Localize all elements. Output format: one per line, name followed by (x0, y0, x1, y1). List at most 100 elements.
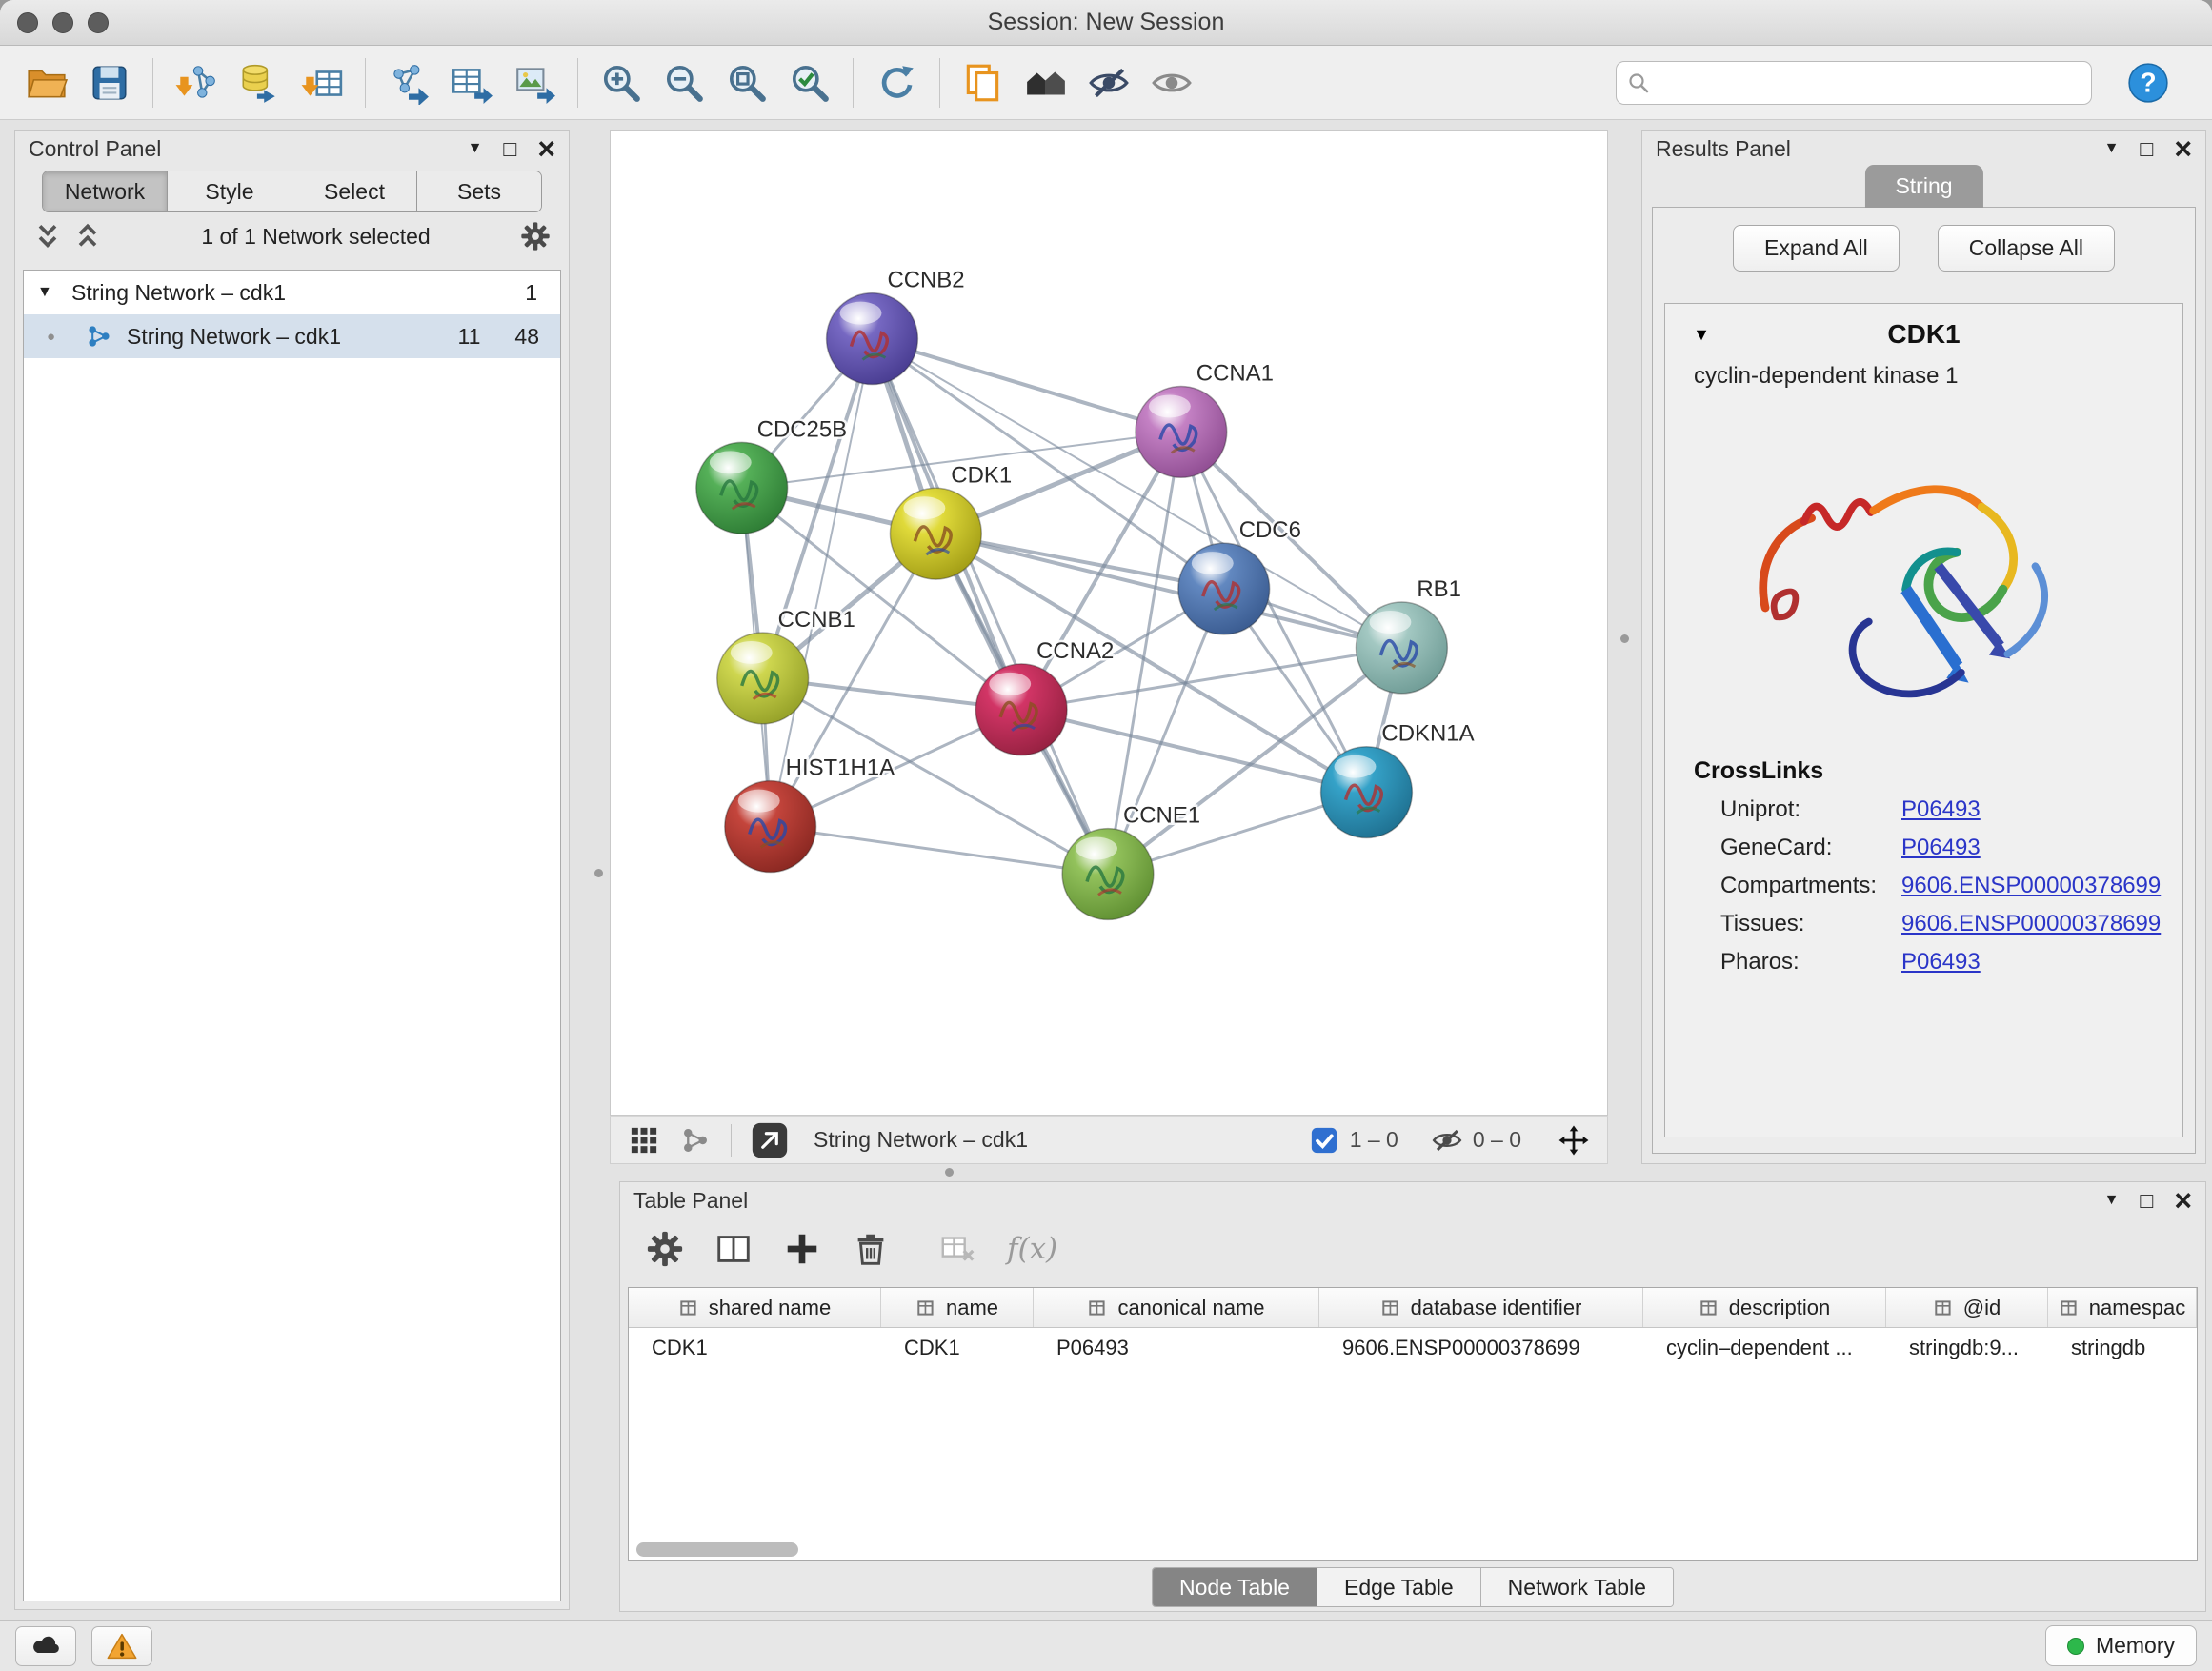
network-edge[interactable] (872, 339, 1108, 875)
home-button[interactable] (1015, 52, 1077, 113)
panel-menu-icon[interactable]: ▼ (2104, 1193, 2120, 1208)
search-input[interactable] (1616, 61, 2092, 105)
vertical-splitter-handle[interactable] (594, 869, 603, 877)
tab-sets[interactable]: Sets (417, 171, 541, 211)
gene-expander-icon[interactable]: ▼ (1665, 325, 1738, 345)
crosslink-link[interactable]: P06493 (1901, 949, 1981, 976)
export-image-button[interactable] (503, 52, 566, 113)
column-header-canonical-name[interactable]: canonical name (1034, 1288, 1319, 1327)
help-button[interactable]: ? (2117, 52, 2180, 113)
tab-style[interactable]: Style (168, 171, 292, 211)
cell-namespace[interactable]: stringdb (2048, 1328, 2197, 1368)
panel-menu-icon[interactable]: ▼ (2104, 141, 2120, 156)
import-network-file-button[interactable] (165, 52, 228, 113)
panel-float-icon[interactable]: □ (2140, 138, 2153, 160)
network-edge[interactable] (771, 339, 873, 827)
crosslink-link[interactable]: P06493 (1901, 796, 1981, 823)
cell-shared-name[interactable]: CDK1 (629, 1328, 881, 1368)
network-collection-row[interactable]: ▼ String Network – cdk1 1 (24, 271, 560, 314)
zoom-selected-button[interactable] (778, 52, 841, 113)
horizontal-scrollbar-thumb[interactable] (636, 1542, 798, 1557)
column-header-namespace[interactable]: namespac (2048, 1288, 2197, 1327)
horizontal-scrollbar[interactable] (633, 1540, 2193, 1557)
import-network-database-button[interactable] (228, 52, 291, 113)
add-column-icon[interactable] (782, 1229, 822, 1269)
tab-node-table[interactable]: Node Table (1153, 1568, 1317, 1606)
export-table-button[interactable] (440, 52, 503, 113)
network-node-RB1[interactable] (1356, 602, 1447, 694)
collapse-all-icon[interactable] (32, 221, 63, 252)
network-node-CDC25B[interactable] (696, 442, 788, 534)
network-edge[interactable] (872, 339, 1180, 433)
cell-id[interactable]: stringdb:9... (1886, 1328, 2048, 1368)
network-edge[interactable] (771, 827, 1108, 875)
import-table-button[interactable] (291, 52, 353, 113)
network-node-CDK1[interactable] (890, 488, 981, 579)
tab-edge-table[interactable]: Edge Table (1317, 1568, 1481, 1606)
hide-selected-button[interactable] (1077, 52, 1140, 113)
grid-view-icon[interactable] (628, 1124, 660, 1157)
table-row[interactable]: CDK1 CDK1 P06493 9606.ENSP00000378699 cy… (629, 1328, 2197, 1368)
network-node-CCNA2[interactable] (975, 664, 1067, 755)
show-columns-icon[interactable] (714, 1229, 754, 1269)
network-node-CCNE1[interactable] (1062, 829, 1154, 920)
network-node-CCNB1[interactable] (717, 633, 809, 724)
network-edge[interactable] (1021, 710, 1366, 793)
results-splitter-handle[interactable] (1620, 634, 1629, 643)
tab-network-table[interactable]: Network Table (1481, 1568, 1673, 1606)
crosslink-link[interactable]: 9606.ENSP00000378699 (1901, 911, 2161, 937)
panel-close-icon[interactable]: × (2174, 1185, 2192, 1216)
network-node-HIST1H1A[interactable] (725, 781, 816, 873)
horizontal-splitter-handle[interactable] (945, 1168, 954, 1177)
refresh-button[interactable] (865, 52, 928, 113)
warnings-button[interactable] (91, 1626, 152, 1666)
network-node-CCNB2[interactable] (827, 293, 918, 385)
network-node-CCNA1[interactable] (1136, 386, 1227, 477)
network-row-selected[interactable]: ● String Network – cdk1 11 48 (24, 314, 560, 358)
expand-all-button[interactable]: Expand All (1733, 225, 1900, 272)
cell-database-identifier[interactable]: 9606.ENSP00000378699 (1319, 1328, 1643, 1368)
show-all-button[interactable] (1140, 52, 1203, 113)
tab-string[interactable]: String (1864, 165, 1982, 208)
tab-select[interactable]: Select (292, 171, 417, 211)
gear-icon[interactable] (519, 220, 552, 252)
zoom-fit-button[interactable] (715, 52, 778, 113)
zoom-out-button[interactable] (653, 52, 715, 113)
column-header-shared-name[interactable]: shared name (629, 1288, 881, 1327)
hidden-eye-slash-icon[interactable] (1431, 1124, 1463, 1157)
detach-view-button[interactable] (751, 1121, 789, 1159)
network-node-CDKN1A[interactable] (1321, 747, 1413, 838)
column-header-description[interactable]: description (1643, 1288, 1886, 1327)
memory-button[interactable]: Memory (2045, 1625, 2197, 1666)
crosslink-link[interactable]: P06493 (1901, 835, 1981, 861)
save-session-button[interactable] (78, 52, 141, 113)
tree-expander-icon[interactable]: ▼ (37, 284, 71, 301)
crosslink-link[interactable]: 9606.ENSP00000378699 (1901, 873, 2161, 899)
copy-document-button[interactable] (952, 52, 1015, 113)
zoom-in-button[interactable] (590, 52, 653, 113)
network-node-CDC6[interactable] (1178, 543, 1270, 634)
network-overview-icon[interactable] (679, 1124, 712, 1157)
export-network-button[interactable] (377, 52, 440, 113)
column-header-id[interactable]: @id (1886, 1288, 2048, 1327)
cloud-status-button[interactable] (15, 1626, 76, 1666)
panel-menu-icon[interactable]: ▼ (468, 141, 483, 156)
network-canvas[interactable]: CCNB2CCNA1CDC25BCDK1CDC6RB1CCNB1CCNA2CDK… (611, 131, 1607, 1115)
table-settings-gear-icon[interactable] (645, 1229, 685, 1269)
column-header-name[interactable]: name (881, 1288, 1034, 1327)
cell-name[interactable]: CDK1 (881, 1328, 1034, 1368)
expand-all-icon[interactable] (72, 221, 103, 252)
panel-close-icon[interactable]: × (2174, 133, 2192, 164)
panel-close-icon[interactable]: × (537, 133, 555, 164)
panel-float-icon[interactable]: □ (2140, 1190, 2153, 1212)
cell-canonical-name[interactable]: P06493 (1034, 1328, 1319, 1368)
delete-column-trash-icon[interactable] (851, 1229, 891, 1269)
tab-network[interactable]: Network (43, 171, 168, 211)
open-session-button[interactable] (15, 52, 78, 113)
selected-checkbox-icon[interactable] (1308, 1124, 1340, 1157)
panel-float-icon[interactable]: □ (503, 138, 516, 160)
cell-description[interactable]: cyclin–dependent ... (1643, 1328, 1886, 1368)
pan-move-icon[interactable] (1558, 1124, 1590, 1157)
column-header-database-identifier[interactable]: database identifier (1319, 1288, 1643, 1327)
collapse-all-button[interactable]: Collapse All (1938, 225, 2115, 272)
